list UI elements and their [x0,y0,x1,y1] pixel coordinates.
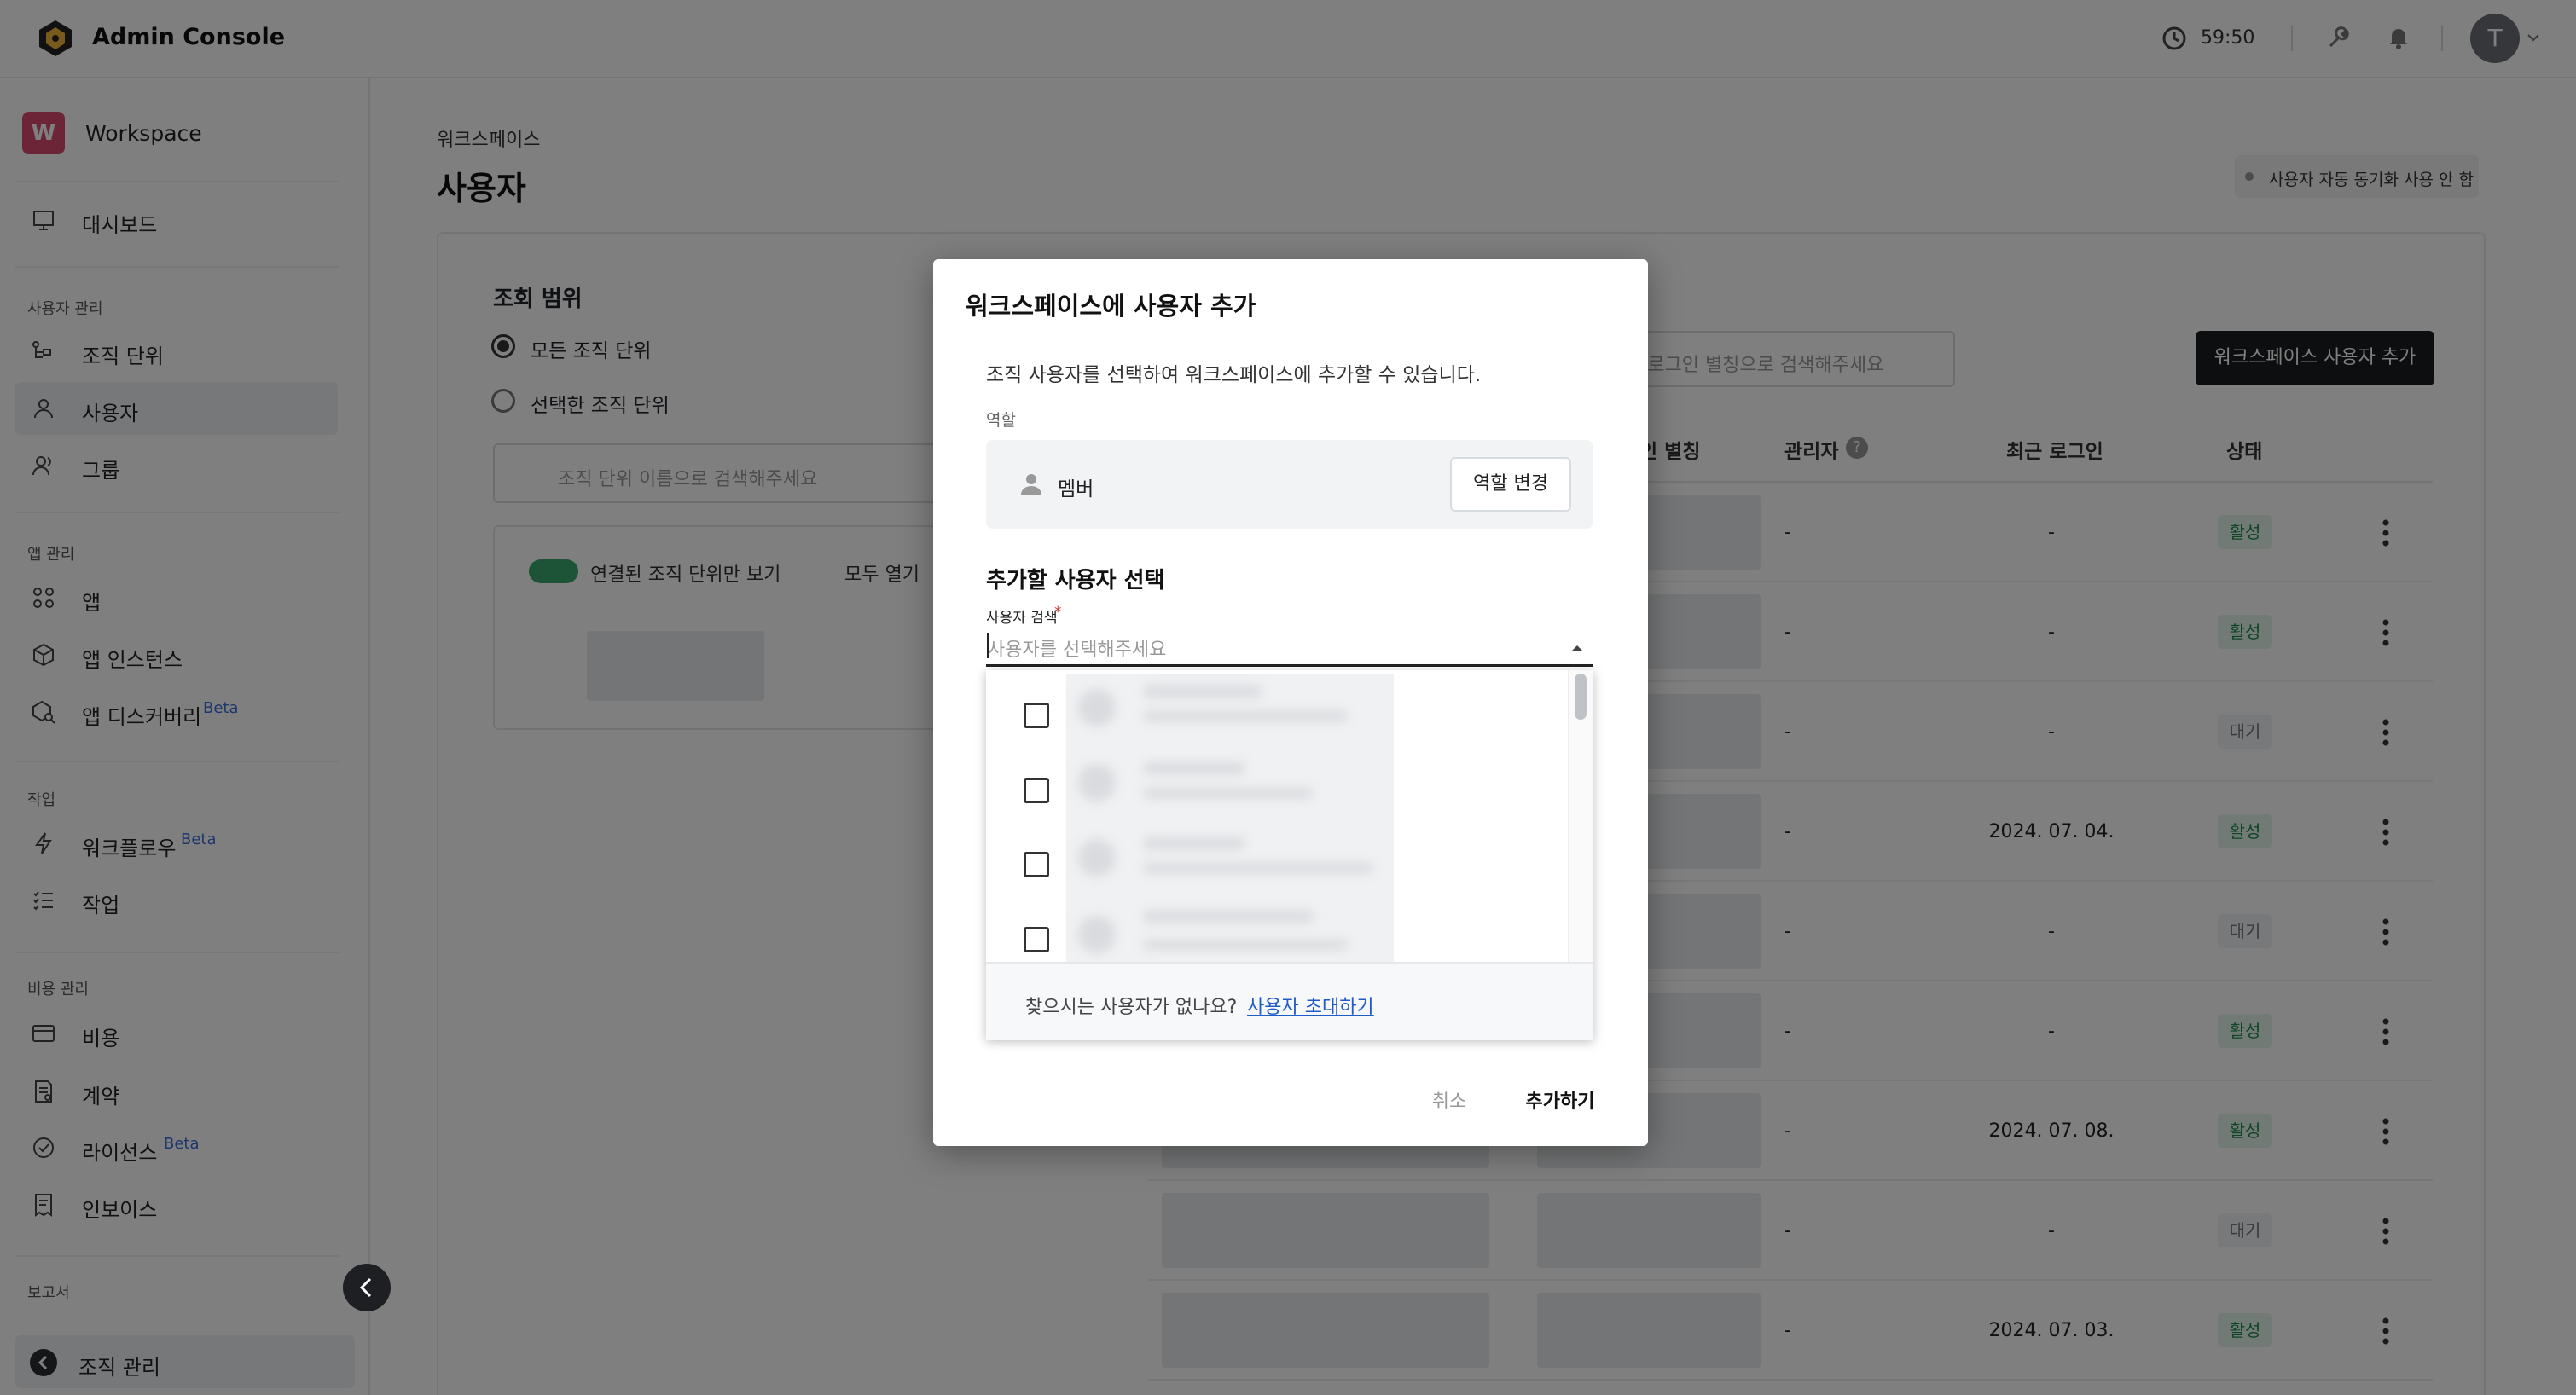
sidebar-collapse-button[interactable] [343,1264,391,1311]
caret-up-icon[interactable] [1569,643,1585,653]
required-mark: * [1054,604,1062,621]
not-found-text: 찾으시는 사용자가 없나요? [1025,997,1238,1018]
user-checkbox[interactable] [1024,703,1049,728]
user-list-blurred [1066,674,1394,962]
dialog-description: 조직 사용자를 선택하여 워크스페이스에 추가할 수 있습니다. [986,364,1482,386]
user-checkbox[interactable] [1024,852,1049,877]
scrollbar-thumb[interactable] [1575,674,1587,720]
role-value: 멤버 [1058,478,1094,501]
chevron-left-icon [359,1277,372,1298]
user-checkbox[interactable] [1024,927,1049,952]
user-checkbox[interactable] [1024,778,1049,803]
change-role-button[interactable]: 역할 변경 [1450,457,1571,512]
invite-user-link[interactable]: 사용자 초대하기 [1247,992,1374,1019]
dialog-title: 워크스페이스에 사용자 추가 [966,292,1256,321]
user-search-label: 사용자 검색 [986,610,1058,627]
role-label: 역할 [986,411,1016,430]
user-search-placeholder: 사용자를 선택해주세요 [988,640,1167,661]
select-users-title: 추가할 사용자 선택 [986,568,1165,593]
confirm-add-button[interactable]: 추가하기 [1513,1086,1607,1114]
cancel-button[interactable]: 취소 [1411,1086,1488,1114]
person-icon [1021,474,1041,495]
